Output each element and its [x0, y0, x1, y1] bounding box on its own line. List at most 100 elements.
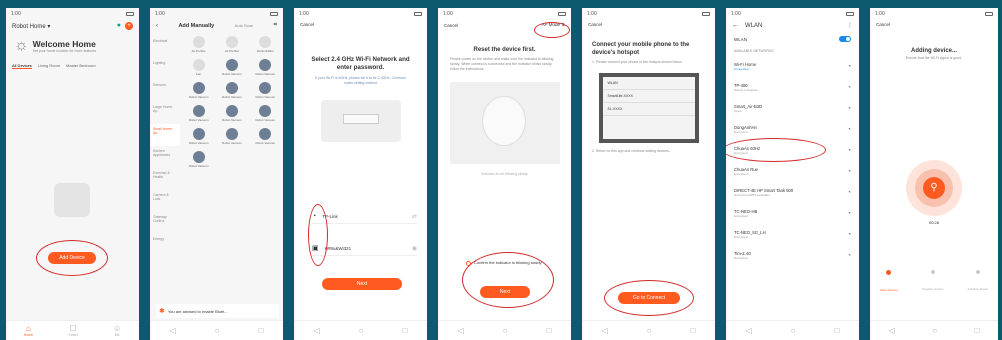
device-tile[interactable]: Robot Vacuum	[215, 105, 248, 122]
welcome-block: ☼ Welcome Home Set your home location fo…	[6, 33, 139, 59]
device-tile[interactable]: Air Purifier	[182, 36, 215, 53]
nav-me[interactable]: ☺ Me	[113, 324, 121, 337]
device-tile[interactable]: Robot Vacuum	[249, 82, 282, 99]
robot-vacuum-icon	[192, 59, 205, 71]
more-icon[interactable]: ⋮	[847, 22, 853, 29]
home-selector[interactable]: Robot Home ▾	[12, 23, 50, 30]
network-status: Saved, encrypted	[734, 88, 758, 92]
device-tile[interactable]: Fan	[182, 59, 215, 76]
network-row[interactable]: DungAnhHn Encrypted ◔	[726, 119, 859, 140]
network-row[interactable]: Wi-Fi Home Connected ◔	[726, 56, 859, 77]
device-tile[interactable]: Robot Vacuum	[182, 82, 215, 99]
wifi-lock-icon: ◔	[847, 210, 851, 217]
wifi-lock-icon: ◔	[847, 189, 851, 196]
nav-back[interactable]: ◁	[746, 326, 752, 335]
auto-scan-tab[interactable]: Auto Scan	[235, 23, 253, 28]
nav-back[interactable]: ◁	[458, 326, 464, 335]
device-tile[interactable]: Robot Vacuum	[182, 105, 215, 122]
device-tile[interactable]: Robot Vacuum	[249, 59, 282, 76]
eye-icon[interactable]: ◉	[412, 245, 417, 252]
nav-home[interactable]: ○	[791, 326, 796, 335]
device-tile[interactable]: Dehumidifier	[249, 36, 282, 53]
device-tile[interactable]: Robot Vacuum	[249, 128, 282, 145]
bluetooth-icon: ✱	[159, 308, 165, 315]
robot-vacuum-icon	[225, 105, 238, 117]
nav-back[interactable]: ◁	[314, 326, 320, 335]
mic-icon[interactable]: ●	[117, 22, 121, 30]
category-item[interactable]: Lighting	[150, 58, 180, 80]
search-icon: ⚲	[923, 177, 945, 199]
category-item[interactable]: Gateway Control	[150, 212, 180, 234]
nav-recent[interactable]: □	[403, 326, 408, 335]
device-illustration	[449, 82, 560, 164]
device-tile[interactable]: Robot Vacuum	[182, 151, 215, 168]
device-tile[interactable]: Air Purifier	[215, 36, 248, 53]
category-item[interactable]: Large Home Ap.	[150, 102, 180, 124]
nav-home[interactable]: ○	[215, 326, 220, 335]
sun-icon: ☼	[14, 37, 29, 54]
nav-home[interactable]: ○	[647, 326, 652, 335]
category-item[interactable]: Kitchen Appliances	[150, 146, 180, 168]
add-icon[interactable]: +	[125, 22, 133, 30]
nav-recent[interactable]: □	[547, 326, 552, 335]
wifi-field[interactable]: ◔ TP-Link ⇄	[312, 213, 417, 224]
blink-help-link[interactable]: Indicator is not blinking slowly	[450, 172, 559, 177]
battery-icon	[558, 11, 566, 16]
network-row[interactable]: DIRECT-4E HP Smart Tank 500 Encrypted (WP…	[726, 182, 859, 203]
device-tile[interactable]: Robot Vacuum	[215, 82, 248, 99]
nav-recent[interactable]: □	[835, 326, 840, 335]
status-bar: 1:00	[6, 8, 139, 19]
bottom-nav: ⌂ Home ☐ Smart ☺ Me	[6, 320, 139, 340]
system-nav: ◁ ○ □	[294, 320, 427, 340]
back-icon[interactable]: ‹	[156, 23, 158, 29]
category-item[interactable]: Small Home Ap.	[150, 124, 180, 146]
scan-icon[interactable]: ⌗	[274, 22, 277, 29]
device-tile[interactable]: Robot Vacuum	[215, 128, 248, 145]
network-row[interactable]: ChuaAn Rue Encrypted ◔	[726, 161, 859, 182]
network-status: Open	[734, 109, 742, 113]
nav-recent[interactable]: □	[691, 326, 696, 335]
category-item[interactable]: Sensors	[150, 80, 180, 102]
welcome-title: Welcome Home	[32, 38, 96, 49]
category-item[interactable]: Electrical	[150, 36, 180, 58]
category-item[interactable]: Camera & Lock	[150, 190, 180, 212]
back-arrow-icon[interactable]: ←	[732, 22, 739, 29]
tab-all-devices[interactable]: All Devices	[12, 63, 32, 69]
chevron-right-icon[interactable]: ⇄	[412, 213, 417, 220]
nav-back[interactable]: ◁	[170, 326, 176, 335]
nav-back[interactable]: ◁	[602, 326, 608, 335]
network-row[interactable]: TC-NEO_5G_LH Encrypted ◔	[726, 224, 859, 245]
network-row[interactable]: Smart_Air-B3D Open ◔	[726, 98, 859, 119]
password-field[interactable]: ▣ H#8u&Wi321 ◉	[312, 244, 417, 256]
device-tile[interactable]: Robot Vacuum	[249, 105, 282, 122]
network-row[interactable]: TP-480 Saved, encrypted ◔	[726, 77, 859, 98]
progress-ring: ⚲	[906, 160, 962, 216]
cancel-link[interactable]: Cancel	[876, 22, 890, 27]
tab-master-bedroom[interactable]: Master Bedroom	[66, 63, 96, 69]
nav-home[interactable]: ○	[503, 326, 508, 335]
add-header: ‹ Add Manually Auto Scan ⌗	[150, 19, 283, 32]
nav-home[interactable]: ○	[932, 326, 937, 335]
nav-smart[interactable]: ☐ Smart	[68, 324, 77, 337]
cancel-link[interactable]: Cancel	[444, 23, 458, 28]
network-row[interactable]: TC-NEO-HB Encrypted ◔	[726, 203, 859, 224]
network-row[interactable]: Tim-2.4G Encrypted ◔	[726, 245, 859, 266]
category-item[interactable]: Exercise & Health	[150, 168, 180, 190]
screen-home: 1:00 Robot Home ▾ ● + ☼ Welcome Home Set…	[6, 8, 139, 340]
tab-living-room[interactable]: Living Room	[38, 63, 60, 69]
nav-recent[interactable]: □	[974, 326, 979, 335]
status-bar: 1:00	[150, 8, 283, 19]
nav-back[interactable]: ◁	[889, 326, 895, 335]
nav-home[interactable]: ⌂ Home	[24, 324, 33, 337]
cancel-link[interactable]: Cancel	[588, 22, 602, 27]
nav-home[interactable]: ○	[359, 326, 364, 335]
step-initialize: Initialize device	[968, 270, 988, 296]
nav-recent[interactable]: □	[259, 326, 264, 335]
bluetooth-banner[interactable]: ✱ You are advised to enable Bluet...	[156, 304, 279, 318]
next-button[interactable]: Next	[322, 278, 402, 290]
cancel-link[interactable]: Cancel	[300, 22, 314, 27]
device-tile[interactable]: Robot Vacuum	[215, 59, 248, 76]
wlan-toggle[interactable]	[839, 36, 851, 42]
device-tile[interactable]: Robot Vacuum	[182, 128, 215, 145]
category-item[interactable]: Energy	[150, 234, 180, 256]
